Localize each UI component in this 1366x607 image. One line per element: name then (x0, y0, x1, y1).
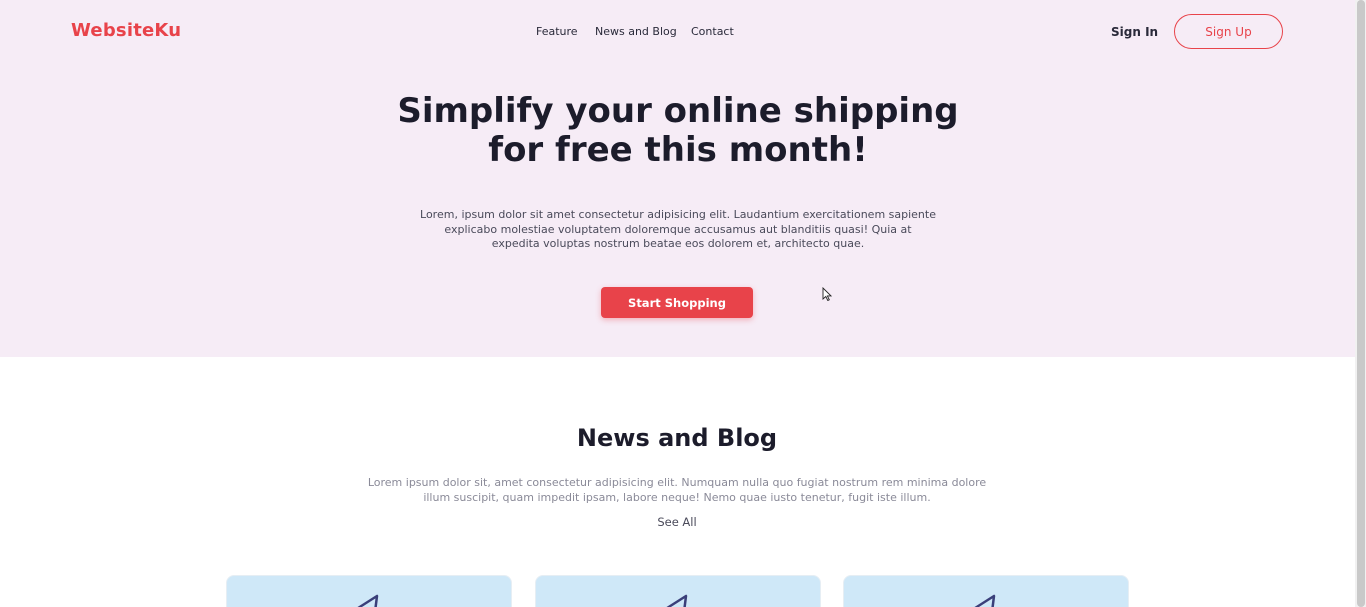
paper-plane-icon (974, 594, 996, 607)
blog-card[interactable] (843, 575, 1129, 607)
paper-plane-icon (666, 594, 688, 607)
paper-plane-icon (357, 594, 379, 607)
see-all-link[interactable]: See All (623, 515, 731, 529)
news-section-description: Lorem ipsum dolor sit, amet consectetur … (367, 476, 987, 504)
logo[interactable]: WebsiteKu (71, 20, 181, 41)
cursor-arrow-icon (822, 287, 832, 301)
nav-link-contact[interactable]: Contact (691, 25, 734, 38)
sign-in-link[interactable]: Sign In (1111, 25, 1158, 39)
scrollbar-thumb[interactable] (1357, 0, 1365, 607)
hero-description: Lorem, ipsum dolor sit amet consectetur … (420, 208, 936, 250)
blog-card[interactable] (535, 575, 821, 607)
blog-card[interactable] (226, 575, 512, 607)
news-section-title: News and Blog (576, 424, 778, 452)
start-shopping-button[interactable]: Start Shopping (601, 287, 753, 318)
nav-link-news-and-blog[interactable]: News and Blog (595, 25, 677, 38)
nav-link-feature[interactable]: Feature (536, 25, 578, 38)
hero-title: Simplify your online shipping for free t… (397, 91, 959, 170)
sign-up-button[interactable]: Sign Up (1174, 14, 1283, 49)
